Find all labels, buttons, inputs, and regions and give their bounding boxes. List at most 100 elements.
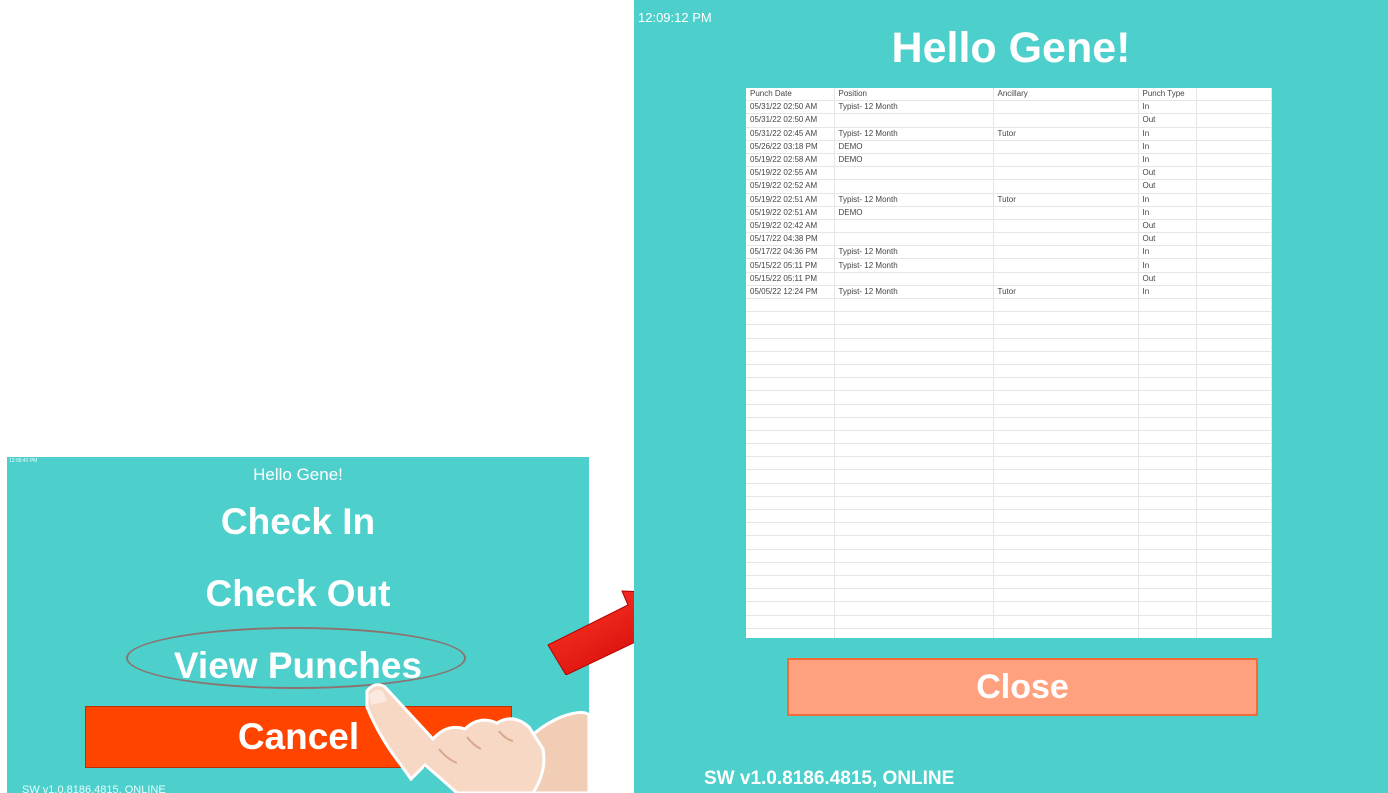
cell-ancillary: Tutor	[993, 285, 1139, 300]
empty-cell	[1196, 588, 1272, 603]
cell-position: Typist- 12 Month	[834, 127, 994, 141]
empty-cell	[993, 456, 1139, 471]
cell-punch-type: Out	[1138, 166, 1197, 181]
empty-cell	[746, 364, 835, 379]
empty-cell	[1196, 311, 1272, 326]
table-row[interactable]: 05/19/22 02:58 AM DEMO In	[746, 153, 1272, 168]
empty-cell	[1138, 351, 1197, 365]
cell-position: DEMO	[834, 140, 994, 154]
empty-cell	[1196, 562, 1272, 576]
empty-cell	[1138, 456, 1197, 471]
empty-cell	[993, 311, 1139, 326]
empty-table-row	[746, 628, 1272, 638]
cell-ancillary	[993, 219, 1139, 234]
empty-cell	[993, 364, 1139, 379]
cell-ancillary	[993, 206, 1139, 220]
cell-position	[834, 272, 994, 286]
cell-position: DEMO	[834, 153, 994, 168]
cell-position	[834, 113, 994, 128]
table-row[interactable]: 05/17/22 04:36 PM Typist- 12 Month In	[746, 245, 1272, 260]
table-row[interactable]: 05/19/22 02:51 AM DEMO In	[746, 206, 1272, 220]
empty-cell	[834, 522, 994, 537]
cell-position	[834, 166, 994, 181]
empty-cell	[746, 549, 835, 563]
empty-table-row	[746, 549, 1272, 563]
empty-cell	[1196, 443, 1272, 458]
empty-cell	[993, 549, 1139, 563]
empty-cell	[834, 601, 994, 616]
empty-table-row	[746, 338, 1272, 352]
table-row[interactable]: 05/19/22 02:51 AM Typist- 12 Month Tutor In	[746, 193, 1272, 207]
empty-cell	[834, 364, 994, 379]
empty-cell	[746, 430, 835, 445]
empty-cell	[834, 496, 994, 511]
close-button[interactable]: Close	[787, 658, 1258, 716]
empty-cell	[834, 575, 994, 590]
empty-cell	[993, 377, 1139, 392]
cell-position	[834, 232, 994, 247]
empty-cell	[834, 377, 994, 392]
empty-cell	[746, 469, 835, 484]
empty-cell	[834, 562, 994, 576]
cell-ancillary: Tutor	[993, 193, 1139, 207]
cell-position	[834, 179, 994, 194]
empty-cell	[1196, 404, 1272, 418]
left-clock: 12:08:42 PM	[9, 458, 38, 464]
empty-cell	[834, 324, 994, 339]
table-row[interactable]: 05/19/22 02:42 AM Out	[746, 219, 1272, 234]
empty-cell	[993, 469, 1139, 484]
empty-cell	[1138, 364, 1197, 379]
empty-table-row	[746, 535, 1272, 550]
cell-extra	[1196, 206, 1272, 220]
table-row[interactable]: 05/05/22 12:24 PM Typist- 12 Month Tutor In	[746, 285, 1272, 300]
punch-history-table[interactable]: Punch Date Position Ancillary Punch Type…	[746, 88, 1272, 638]
cell-punch-date: 05/19/22 02:58 AM	[746, 153, 835, 168]
empty-cell	[746, 615, 835, 629]
cell-punch-type: Out	[1138, 179, 1197, 194]
cell-ancillary	[993, 100, 1139, 115]
table-row[interactable]: 05/19/22 02:52 AM Out	[746, 179, 1272, 194]
cell-extra	[1196, 153, 1272, 168]
empty-cell	[1138, 575, 1197, 590]
empty-table-row	[746, 430, 1272, 445]
table-row[interactable]: 05/15/22 05:11 PM Out	[746, 272, 1272, 286]
empty-cell	[746, 324, 835, 339]
table-row[interactable]: 05/17/22 04:38 PM Out	[746, 232, 1272, 247]
table-row[interactable]: 05/31/22 02:45 AM Typist- 12 Month Tutor In	[746, 127, 1272, 141]
table-row[interactable]: 05/19/22 02:55 AM Out	[746, 166, 1272, 181]
table-row[interactable]: 05/15/22 05:11 PM Typist- 12 Month In	[746, 258, 1272, 273]
empty-cell	[746, 443, 835, 458]
cell-punch-date: 05/31/22 02:50 AM	[746, 113, 835, 128]
cell-punch-date: 05/17/22 04:36 PM	[746, 245, 835, 260]
empty-cell	[834, 430, 994, 445]
empty-table-row	[746, 404, 1272, 418]
cell-ancillary	[993, 245, 1139, 260]
header-punch-type: Punch Type	[1138, 88, 1197, 102]
cell-position: Typist- 12 Month	[834, 193, 994, 207]
empty-cell	[746, 496, 835, 511]
table-row[interactable]: 05/31/22 02:50 AM Typist- 12 Month In	[746, 100, 1272, 115]
check-out-button[interactable]: Check Out	[7, 573, 589, 615]
empty-cell	[993, 417, 1139, 431]
empty-cell	[834, 549, 994, 563]
empty-cell	[834, 298, 994, 313]
cell-punch-date: 05/19/22 02:51 AM	[746, 193, 835, 207]
right-greeting: Hello Gene!	[891, 24, 1131, 72]
header-ancillary: Ancillary	[993, 88, 1139, 102]
empty-cell	[1196, 575, 1272, 590]
empty-cell	[1196, 377, 1272, 392]
cell-position: Typist- 12 Month	[834, 258, 994, 273]
cell-extra	[1196, 285, 1272, 300]
cell-punch-date: 05/19/22 02:42 AM	[746, 219, 835, 234]
empty-cell	[1196, 351, 1272, 365]
cell-position: Typist- 12 Month	[834, 285, 994, 300]
empty-cell	[834, 483, 994, 497]
check-in-button[interactable]: Check In	[7, 501, 589, 543]
table-row[interactable]: 05/31/22 02:50 AM Out	[746, 113, 1272, 128]
cell-punch-type: In	[1138, 140, 1197, 154]
empty-cell	[746, 338, 835, 352]
empty-cell	[746, 601, 835, 616]
left-version-footer: SW v1.0.8186.4815, ONLINE	[22, 784, 166, 793]
table-row[interactable]: 05/26/22 03:18 PM DEMO In	[746, 140, 1272, 154]
empty-cell	[1196, 324, 1272, 339]
